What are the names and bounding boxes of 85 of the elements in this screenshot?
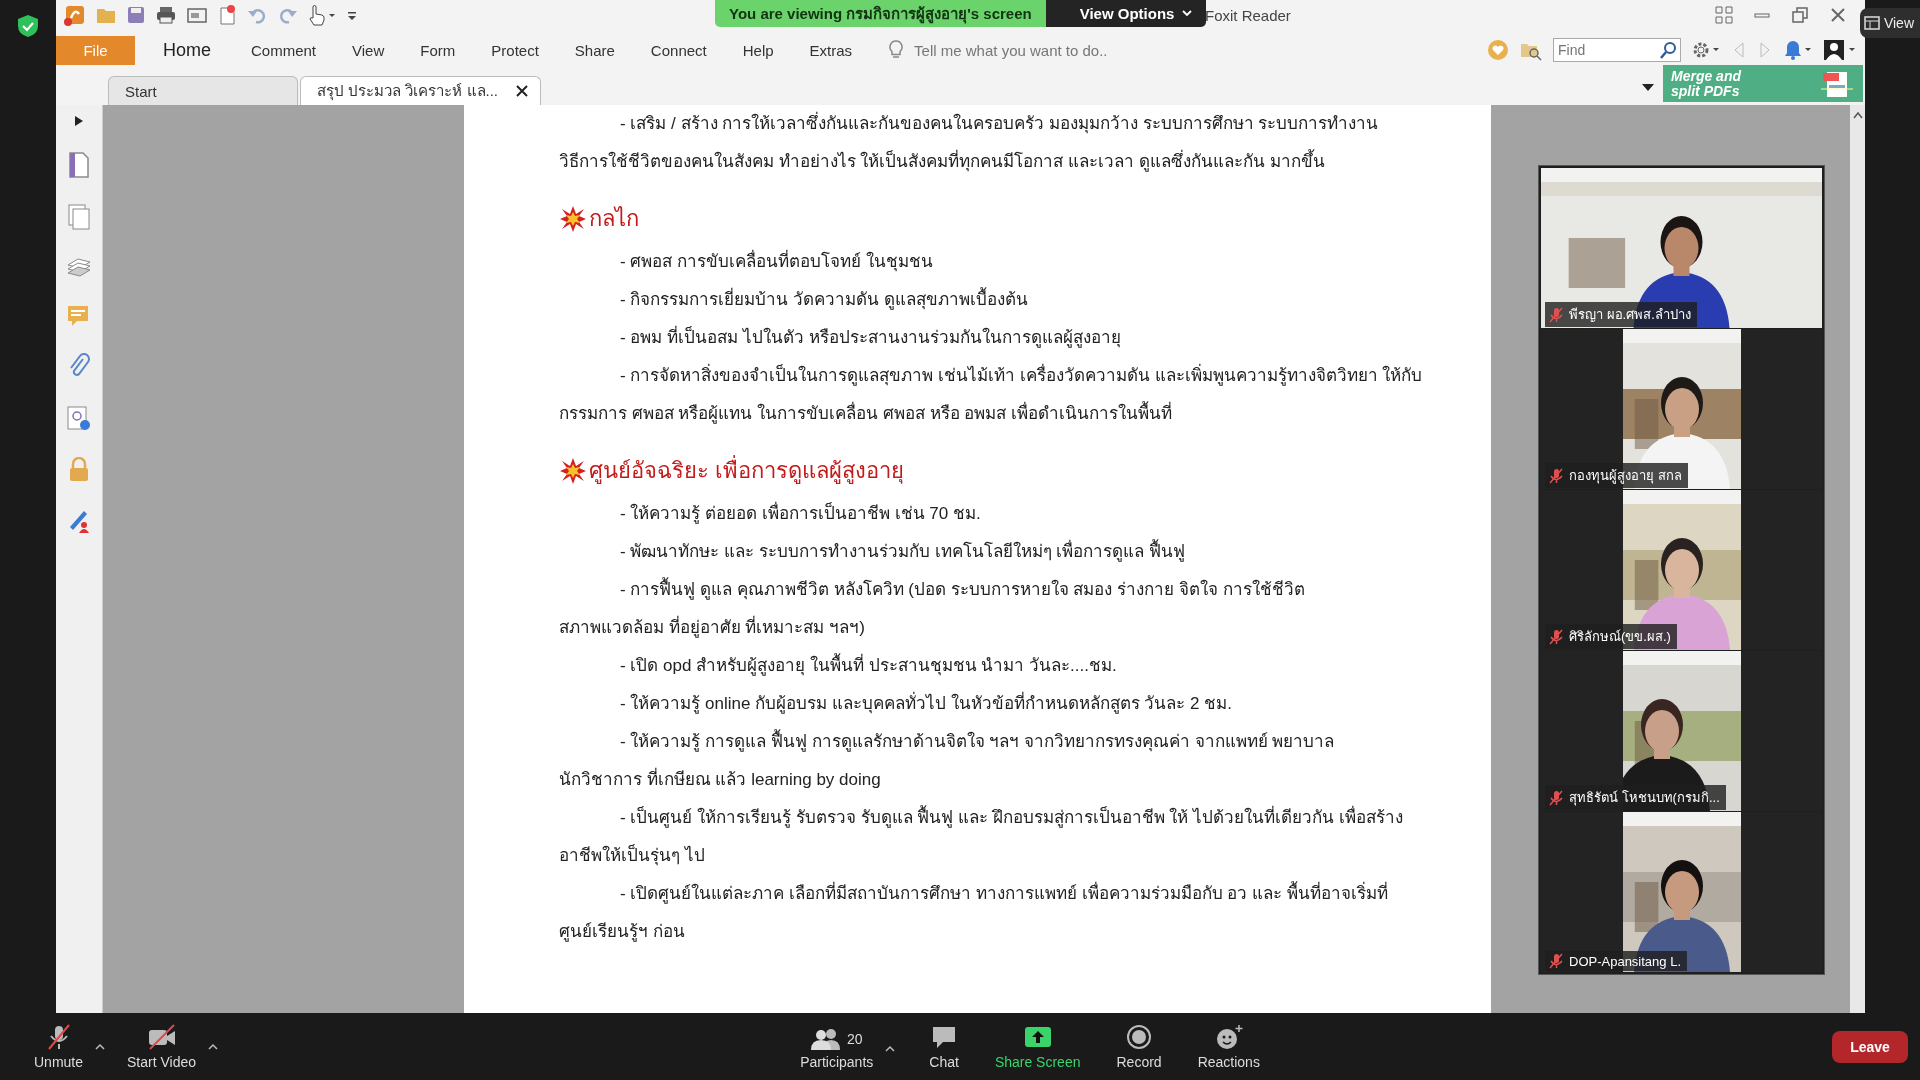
participant-label: กองทุนผู้สูงอายุ สกล	[1545, 463, 1688, 488]
bullet-text: - พัฒนาทักษะ และ ระบบการทำงานร่วมกับ เทคโนโลยีใหม่ๆ เพื่อการดูแล ฟื้นฟู	[559, 533, 1491, 571]
lightbulb-icon[interactable]	[888, 40, 905, 60]
menu-tab[interactable]: Form	[402, 41, 474, 59]
paragraph-text: นักวิชาการ ที่เกษียณ แล้ว learning by doing	[559, 761, 1491, 799]
bullet-text: - เปิดศูนย์ในแต่ละภาค เลือกที่มีสถาบันการศึกษา ทางการแพทย์ เพื่อความร่วมมือกับ อว และ พื้นที่อาจเริ่มที่	[559, 875, 1491, 913]
toolbar-button[interactable]: Start Video	[115, 1023, 209, 1070]
toolbar-button[interactable]: Record	[1104, 1023, 1174, 1070]
find-field[interactable]: Find	[1553, 38, 1681, 62]
app-logo-icon[interactable]	[64, 4, 86, 26]
view-options-button[interactable]: View Options	[1045, 0, 1207, 27]
hand-icon[interactable]	[308, 4, 338, 26]
explosion-icon	[559, 457, 587, 485]
toolbar-button[interactable]: Reactions	[1185, 1023, 1272, 1070]
settings-icon[interactable]	[1691, 40, 1721, 60]
new-document-icon[interactable]	[217, 4, 237, 26]
menu-tab[interactable]: Home	[135, 39, 233, 61]
signed-document-icon[interactable]	[66, 405, 92, 433]
search-icon[interactable]	[1660, 41, 1678, 59]
bullet-text: - ศพอส การขับเคลื่อนที่ตอบโจทย์ ในชุมชน	[559, 243, 1491, 281]
grid-icon[interactable]	[1715, 6, 1733, 24]
video-tile[interactable]: DOP-Apansitang L.	[1541, 812, 1822, 972]
bullet-text: - เสริม / สร้าง การให้เวลาซึ่งกันและกันของคนในครอบครัว มองมุมกว้าง ระบบการศึกษา ระบบการทำงาน	[559, 105, 1491, 143]
menu-tab[interactable]: View	[334, 41, 403, 59]
bullet-text: - ให้ความรู้ การดูแล ฟื้นฟู การดูแลรักษาด้านจิตใจ ฯลฯ จากวิทยากรทรงคุณค่า จากแพทย์ พยาบาล	[559, 723, 1491, 761]
menu-tab[interactable]: Extras	[791, 41, 871, 59]
bullet-text: - การฟื้นฟู ดูแล คุณภาพชีวิต หลังโควิท (ปอด ระบบการหายใจ สมอง ร่างกาย จิตใจ การใช้ชีวิต	[559, 571, 1491, 609]
caret-icon[interactable]	[885, 1044, 896, 1053]
section-heading: กลไก	[589, 205, 639, 233]
menu-tab[interactable]: Comment	[233, 41, 335, 59]
record-icon	[1125, 1023, 1154, 1050]
menu-tab[interactable]: Protect	[473, 41, 557, 59]
paragraph-text: วิธีการใช้ชีวิตของคนในสังคม ทำอย่างไร ให้เป็นสังคมที่ทุกคนมีโอกาส และเวลา ดูแลซึ่งกันและกัน มากขึ้น	[559, 143, 1491, 181]
section-heading: ศูนย์อัจฉริยะ เพื่อการดูแลผู้สูงอายุ	[589, 447, 905, 495]
menu-tab[interactable]: Help	[724, 41, 792, 59]
menu-tab[interactable]: Connect	[632, 41, 725, 59]
video-tile[interactable]: กองทุนผู้สูงอายุ สกล	[1541, 329, 1822, 489]
restore-icon[interactable]	[1791, 6, 1809, 24]
layers-icon[interactable]	[66, 255, 92, 279]
document-tab[interactable]: สรุป ประมวล วิเคราะห์ แล...	[300, 76, 541, 105]
bullet-text: - เป็นศูนย์ ให้การเรียนรู้ รับตรวจ รับดูแล ฟื้นฟู และ ฝึกอบรมสู่การเป็นอาชีพ ให้ ไปด้วยในที่เดียวกัน เพื่อสร้าง	[559, 799, 1491, 837]
expand-arrow-icon[interactable]	[74, 115, 84, 127]
user-icon[interactable]	[1823, 39, 1857, 61]
view-button[interactable]: View	[1859, 8, 1920, 38]
app-title: Foxit Reader	[1205, 7, 1291, 24]
caret-icon[interactable]	[95, 1042, 106, 1051]
participant-label: ศิริลักษณ์(ขข.ผส.)	[1545, 624, 1677, 649]
document-tab[interactable]: Start	[108, 76, 298, 105]
explosion-icon	[559, 205, 587, 233]
tell-me-search-hint[interactable]: Tell me what you want to do..	[914, 41, 1108, 59]
toolbar-button[interactable]: Chat	[917, 1023, 971, 1070]
share-notice: You are viewing กรมกิจการผู้สูงอายุ's screen	[715, 0, 1046, 27]
page-icon[interactable]	[67, 151, 91, 179]
scrollbar[interactable]	[1850, 105, 1865, 1013]
caret-icon	[1182, 9, 1193, 18]
paragraph-text: ศูนย์เรียนรู้ฯ ก่อน	[559, 921, 686, 944]
caret-icon[interactable]	[208, 1042, 219, 1051]
video-tile[interactable]: สุทธิรัตน์ โหชนบท(กรมกิ...	[1541, 651, 1822, 811]
bell-icon[interactable]	[1783, 39, 1813, 61]
toolbar-button[interactable]: Unmute	[22, 1023, 96, 1070]
leave-button[interactable]: Leave	[1832, 1030, 1908, 1063]
people-icon	[810, 1027, 841, 1050]
bullet-text: - ให้ความรู้ ต่อยอด เพื่อการเป็นอาชีพ เช่น 70 ชม.	[559, 495, 1491, 533]
window-icon[interactable]	[186, 5, 208, 25]
toolbar-button[interactable]: Share Screen	[982, 1023, 1093, 1070]
bullet-text: - การจัดหาสิ่งของจำเป็นในการดูแลสุขภาพ เช่นไม้เท้า เครื่องวัดความดัน และเพิ่มพูนความรู้ทางจิตวิทยา ให้กับ	[559, 357, 1491, 395]
print-icon[interactable]	[155, 5, 177, 25]
menu-tab[interactable]: Share	[556, 41, 633, 59]
bullet-text: - กิจกรรมการเยี่ยมบ้าน วัดความดัน ดูแลสุขภาพเบื้องต้น	[559, 281, 1491, 319]
video-tile[interactable]: ศิริลักษณ์(ขข.ผส.)	[1541, 490, 1822, 650]
participant-label: DOP-Apansitang L.	[1545, 951, 1687, 971]
save-icon[interactable]	[126, 5, 146, 25]
bullet-text: - เปิด opd สำหรับผู้สูงอายุ ในพื้นที่ ประสานชุมชน นำมา วันละ....ชม.	[559, 647, 1491, 685]
bullet-text: - อพม ที่เป็นอสม ไปในตัว หรือประสานงานร่วมกันในการดูแลผู้สูงอายุ	[559, 319, 1491, 357]
scroll-up-icon[interactable]	[1852, 111, 1863, 119]
bullet-text: - ให้ความรู้ online กับผู้อบรม และบุคคลทั่วไป ในหัวข้อที่กำหนดหลักสูตร วันละ 2 ชม.	[559, 685, 1491, 723]
close-icon[interactable]	[516, 85, 528, 97]
paragraph-text: อาชีพให้เป็นรุ่นๆ ไป	[559, 843, 706, 868]
paragraph-text: สภาพแวดล้อม ที่อยู่อาศัย ที่เหมาะสม ฯลฯ)	[559, 609, 1491, 647]
layout-icon	[1863, 16, 1880, 30]
toolbar-button[interactable]: 20 Participants	[788, 1027, 886, 1070]
participant-label: สุทธิรัตน์ โหชนบท(กรมกิ...	[1545, 785, 1726, 810]
dropdown-caret-icon[interactable]	[1641, 82, 1655, 92]
shield-icon	[17, 14, 39, 38]
paragraph-text: กรรมการ ศพอส หรือผู้แทน ในการขับเคลื่อน ศพอส หรือ อพมส เพื่อดำเนินการในพื้นที่	[559, 395, 1491, 433]
